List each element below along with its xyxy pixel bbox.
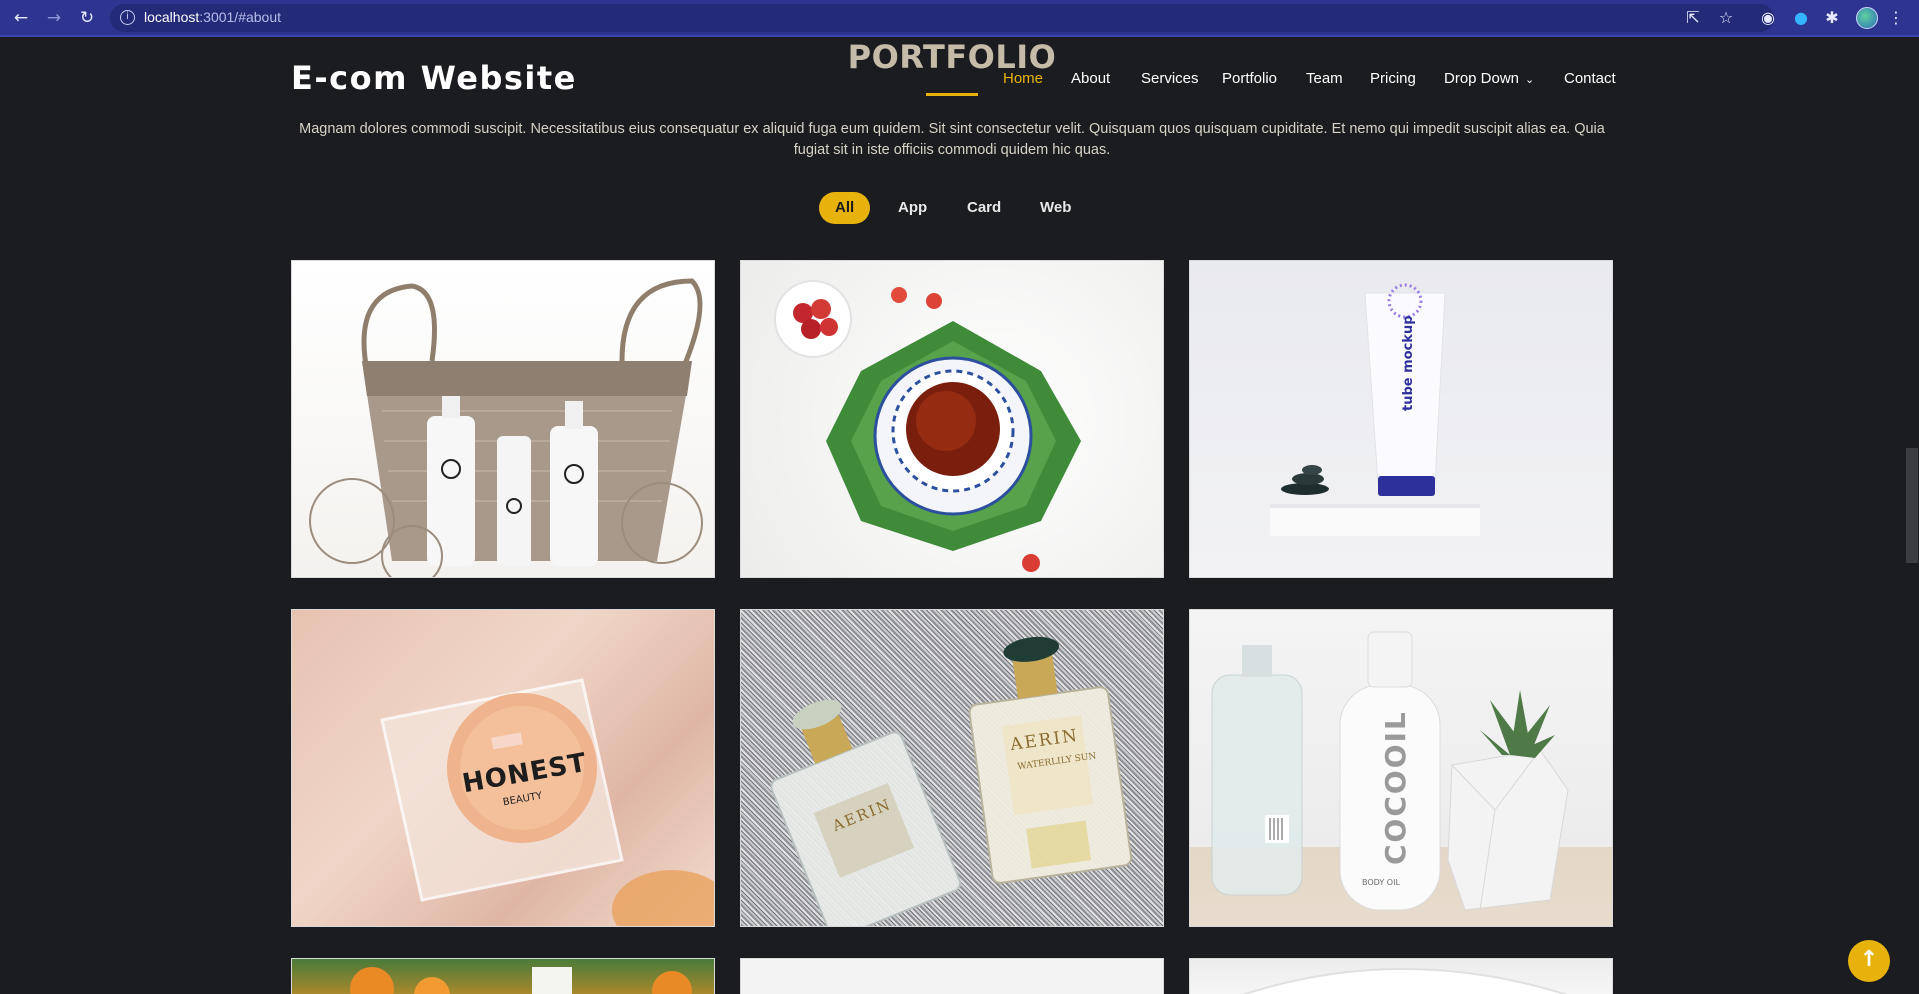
tube-label-text: tube mockup <box>1401 315 1416 411</box>
nav-pricing[interactable]: Pricing <box>1370 70 1416 87</box>
nav-services[interactable]: Services <box>1141 70 1199 87</box>
plate-image <box>1241 968 1568 994</box>
tea-cup-image <box>774 280 1081 572</box>
portfolio-item-tea-cup[interactable] <box>740 260 1164 578</box>
profile-avatar[interactable] <box>1856 7 1878 29</box>
title-underline <box>926 93 978 96</box>
page-scrollbar-thumb[interactable] <box>1906 448 1918 563</box>
browser-toolbar: ← → ↻ i localhost:3001/#about ⇱ ☆ ◉ ● ✱ … <box>0 0 1919 37</box>
back-to-top-button[interactable]: ↑ <box>1848 940 1890 982</box>
nav-portfolio[interactable]: Portfolio <box>1222 70 1277 87</box>
citrus-image <box>350 967 692 994</box>
portfolio-item-cocooil[interactable]: COCOOIL BODY OIL <box>1189 609 1613 927</box>
share-icon[interactable]: ⇱ <box>1683 8 1703 28</box>
reload-icon[interactable]: ↻ <box>76 7 98 29</box>
portfolio-item-citrus[interactable] <box>291 958 715 994</box>
section-description: Magnam dolores commodi suscipit. Necessi… <box>299 121 1605 158</box>
puzzle-icon[interactable]: ✱ <box>1822 8 1842 28</box>
info-icon[interactable]: i <box>120 10 135 25</box>
portfolio-item-basket-bottles[interactable] <box>291 260 715 578</box>
filter-all[interactable]: All <box>819 192 871 224</box>
address-bar[interactable]: i localhost:3001/#about <box>110 4 1774 32</box>
section-title: PORTFOLIO <box>847 38 1057 76</box>
filter-app[interactable]: App <box>882 192 943 224</box>
honest-beauty-image: HONEST BEAUTY <box>380 678 714 926</box>
url-host: localhost <box>144 9 200 25</box>
portfolio-item-honest-beauty[interactable]: HONEST BEAUTY <box>291 609 715 927</box>
nav-home[interactable]: Home <box>1003 70 1043 87</box>
basket-bottles-image <box>309 278 703 577</box>
star-icon[interactable]: ☆ <box>1716 8 1736 28</box>
aerin-perfume-image: AERIN AERIN WATERLILY SUN <box>770 636 1133 926</box>
portfolio-item-aerin-perfume[interactable]: AERIN AERIN WATERLILY SUN <box>740 609 1164 927</box>
portfolio-item-tube-mockup[interactable]: tube mockup <box>1189 260 1613 578</box>
nav-dropdown-label: Drop Down <box>1444 70 1520 87</box>
filter-card[interactable]: Card <box>951 192 1017 224</box>
nav-contact[interactable]: Contact <box>1564 70 1616 87</box>
portfolio-item-white[interactable] <box>740 958 1164 994</box>
arrow-up-icon: ↑ <box>1859 947 1879 972</box>
url-path: :3001/#about <box>199 9 282 25</box>
back-icon[interactable]: ← <box>10 7 32 29</box>
portfolio-item-plate[interactable] <box>1189 958 1613 994</box>
kebab-menu-icon[interactable]: ⋮ <box>1886 8 1906 28</box>
chevron-down-icon: ⌄ <box>1525 73 1535 86</box>
cocooil-logo-text: COCOOIL <box>1379 710 1412 865</box>
body-oil-text: BODY OIL <box>1362 878 1400 887</box>
nav-about[interactable]: About <box>1071 70 1110 87</box>
url-text[interactable]: localhost:3001/#about <box>144 9 281 25</box>
nav-dropdown[interactable]: Drop Down ⌄ <box>1444 70 1534 87</box>
nav-team[interactable]: Team <box>1306 70 1343 87</box>
site-logo[interactable]: E-com Website <box>291 59 577 97</box>
forward-icon[interactable]: → <box>43 7 65 29</box>
extension-1-icon[interactable]: ◉ <box>1758 8 1778 28</box>
filter-web[interactable]: Web <box>1024 192 1087 224</box>
cocooil-image: COCOOIL BODY OIL <box>1211 631 1569 911</box>
extension-2-icon[interactable]: ● <box>1791 8 1811 28</box>
tube-mockup-image: tube mockup <box>1270 283 1480 536</box>
